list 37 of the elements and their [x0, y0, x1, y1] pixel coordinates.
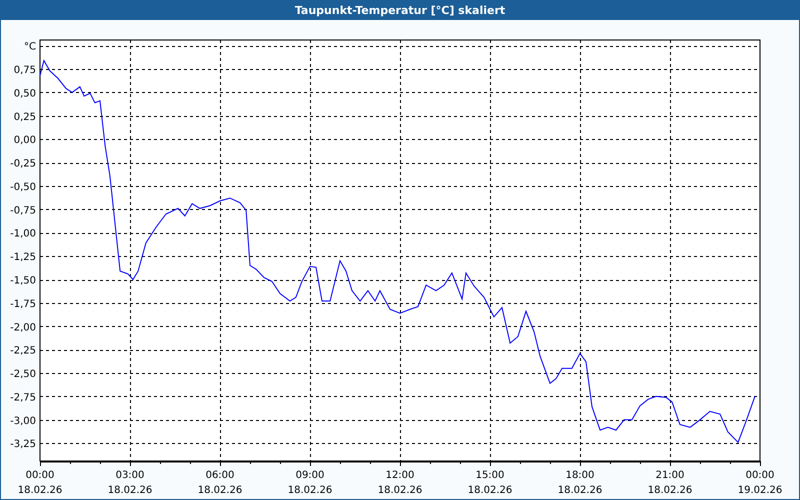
axis-label: 18.02.26 [18, 485, 62, 496]
axis-label: 18.02.26 [558, 485, 602, 496]
axis-label: 18.02.26 [288, 485, 332, 496]
axis-label: -1,00 [10, 228, 36, 240]
axis-label: 18.02.26 [378, 485, 422, 496]
axis-label: -2,00 [10, 322, 36, 334]
axis-label: °C [24, 42, 36, 53]
axis-label: -1,50 [10, 276, 36, 286]
axis-label: -2,50 [10, 369, 36, 380]
axis-label: 0,50 [14, 88, 36, 100]
axis-label: 18.02.26 [468, 485, 512, 496]
axis-label: 18.02.26 [198, 485, 242, 496]
axis-label: 21:00 [656, 470, 684, 481]
axis-label: -3,00 [10, 416, 36, 427]
axis-label: -2,25 [10, 346, 36, 357]
axis-label: -0,75 [10, 205, 36, 216]
axis-label: 09:00 [296, 470, 324, 481]
axis-label: -3,25 [10, 439, 36, 450]
axis-label: -1,25 [10, 252, 36, 264]
axis-label: 12:00 [386, 470, 414, 481]
axis-label: 00:00 [26, 470, 54, 481]
window-title: Taupunkt-Temperatur [°C] skaliert [1, 0, 799, 20]
axis-label: -0,50 [10, 182, 36, 193]
axis-label: 18.02.26 [648, 485, 692, 496]
axis-label: 18.02.26 [108, 485, 152, 496]
axis-label: -1,75 [10, 298, 36, 310]
axis-label: 0,75 [14, 65, 36, 76]
axis-label: 00:00 [746, 470, 774, 481]
axis-label: 03:00 [116, 470, 144, 481]
axis-label: 15:00 [476, 470, 504, 481]
axis-label: 0,25 [14, 112, 36, 123]
axis-label: 19.02.26 [738, 485, 782, 496]
axis-label: 0,00 [14, 135, 36, 146]
axis-label: -0,25 [10, 158, 36, 170]
axis-label: 18:00 [566, 470, 594, 481]
axis-label: -2,75 [10, 392, 36, 404]
axis-label: 06:00 [206, 470, 234, 481]
